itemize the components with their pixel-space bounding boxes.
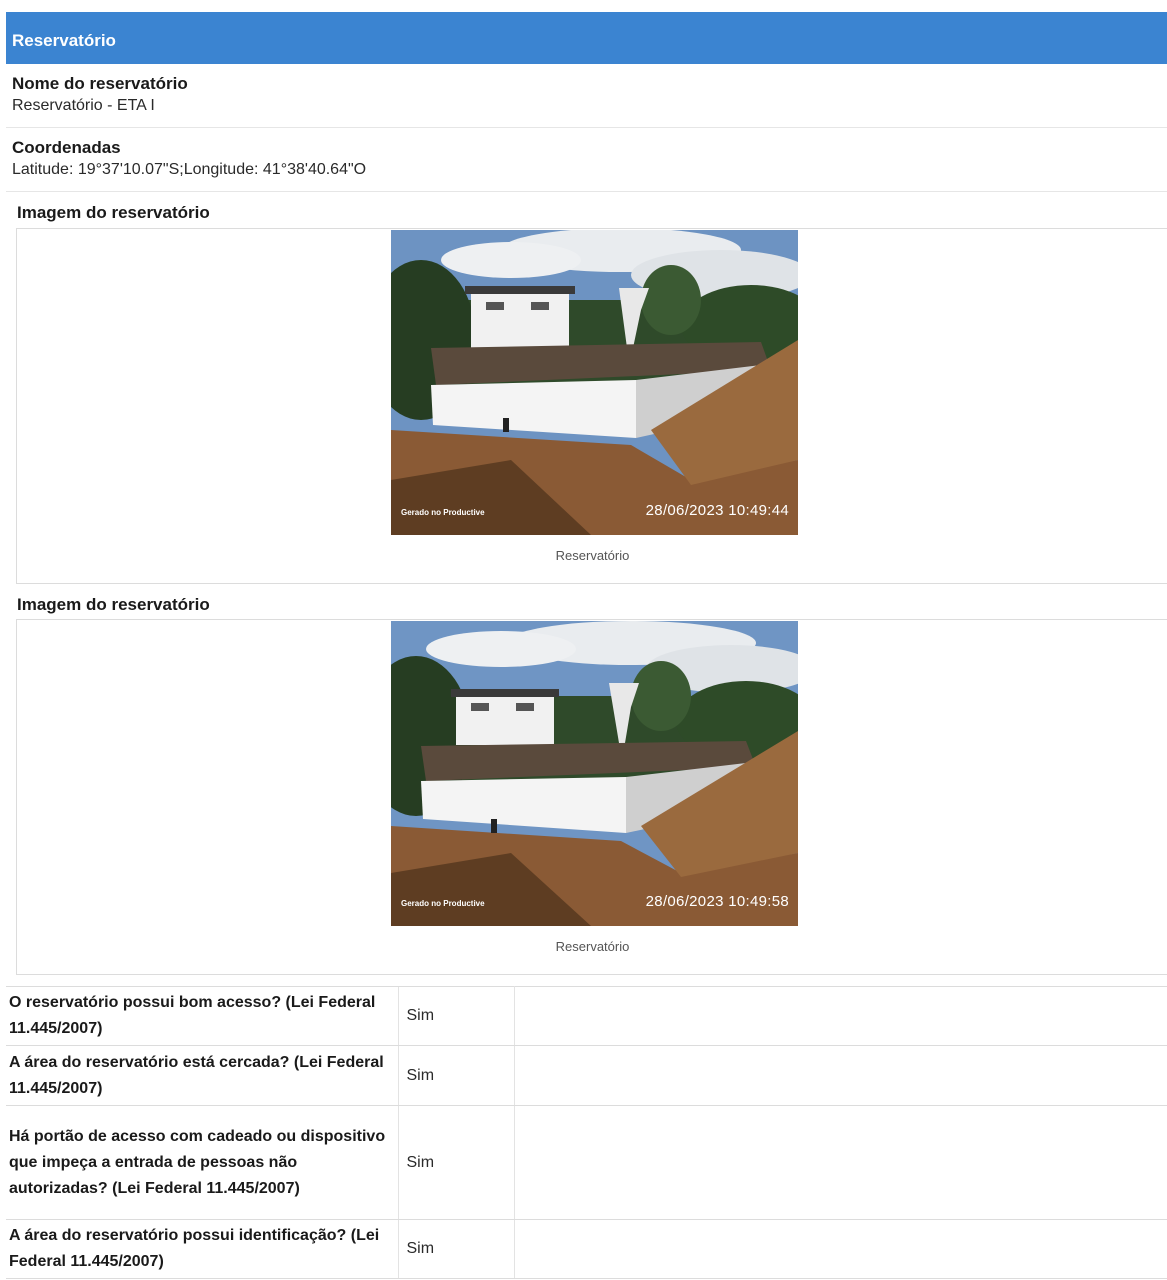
image-container: Gerado no Productive 28/06/2023 10:49:58… [16,619,1167,975]
photo-timestamp: 28/06/2023 10:49:44 [645,502,789,519]
field-label: Nome do reservatório [12,74,188,93]
field-value: Latitude: 19°37'10.07"S;Longitude: 41°38… [12,161,367,178]
empty-cell [514,1105,1167,1220]
image-caption: Reservatório [555,939,630,954]
section-header: Reservatório [6,12,1167,64]
image-container: Gerado no Productive 28/06/2023 10:49:44… [16,228,1167,584]
empty-cell [514,1219,1167,1279]
image-caption: Reservatório [555,548,630,563]
photo-watermark: Gerado no Productive [401,899,485,908]
image-label: Imagem do reservatório [17,595,210,614]
table-row: O reservatório possui bom acesso? (Lei F… [6,986,1167,1046]
question-text: O reservatório possui bom acesso? (Lei F… [6,986,398,1046]
image-label: Imagem do reservatório [17,203,210,222]
coordinates-field: Coordenadas Latitude: 19°37'10.07"S;Long… [6,134,1167,192]
field-value: Reservatório - ETA I [12,97,155,114]
empty-cell [514,1045,1167,1106]
table-row: Há portão de acesso com cadeado ou dispo… [6,1105,1167,1220]
empty-cell [514,986,1167,1046]
photo-timestamp: 28/06/2023 10:49:58 [645,893,789,910]
compliance-table: O reservatório possui bom acesso? (Lei F… [6,986,1167,1279]
answer-value: Sim [397,1219,515,1279]
photo-watermark: Gerado no Productive [401,508,485,517]
answer-value: Sim [397,1045,515,1106]
answer-value: Sim [397,986,515,1046]
table-row: A área do reservatório está cercada? (Le… [6,1045,1167,1106]
reservoir-photo-graphic [391,230,798,535]
question-text: A área do reservatório está cercada? (Le… [6,1045,398,1106]
report-page: Reservatório Nome do reservatório Reserv… [0,0,1167,1280]
reservoir-photo[interactable]: Gerado no Productive 28/06/2023 10:49:44 [391,230,798,535]
reservoir-photo[interactable]: Gerado no Productive 28/06/2023 10:49:58 [391,621,798,926]
reservoir-photo-graphic [391,621,798,926]
answer-value: Sim [397,1105,515,1220]
reservoir-name-field: Nome do reservatório Reservatório - ETA … [6,70,1167,128]
field-label: Coordenadas [12,138,121,157]
question-text: A área do reservatório possui identifica… [6,1219,398,1279]
table-row: A área do reservatório possui identifica… [6,1219,1167,1279]
question-text: Há portão de acesso com cadeado ou dispo… [6,1105,398,1220]
